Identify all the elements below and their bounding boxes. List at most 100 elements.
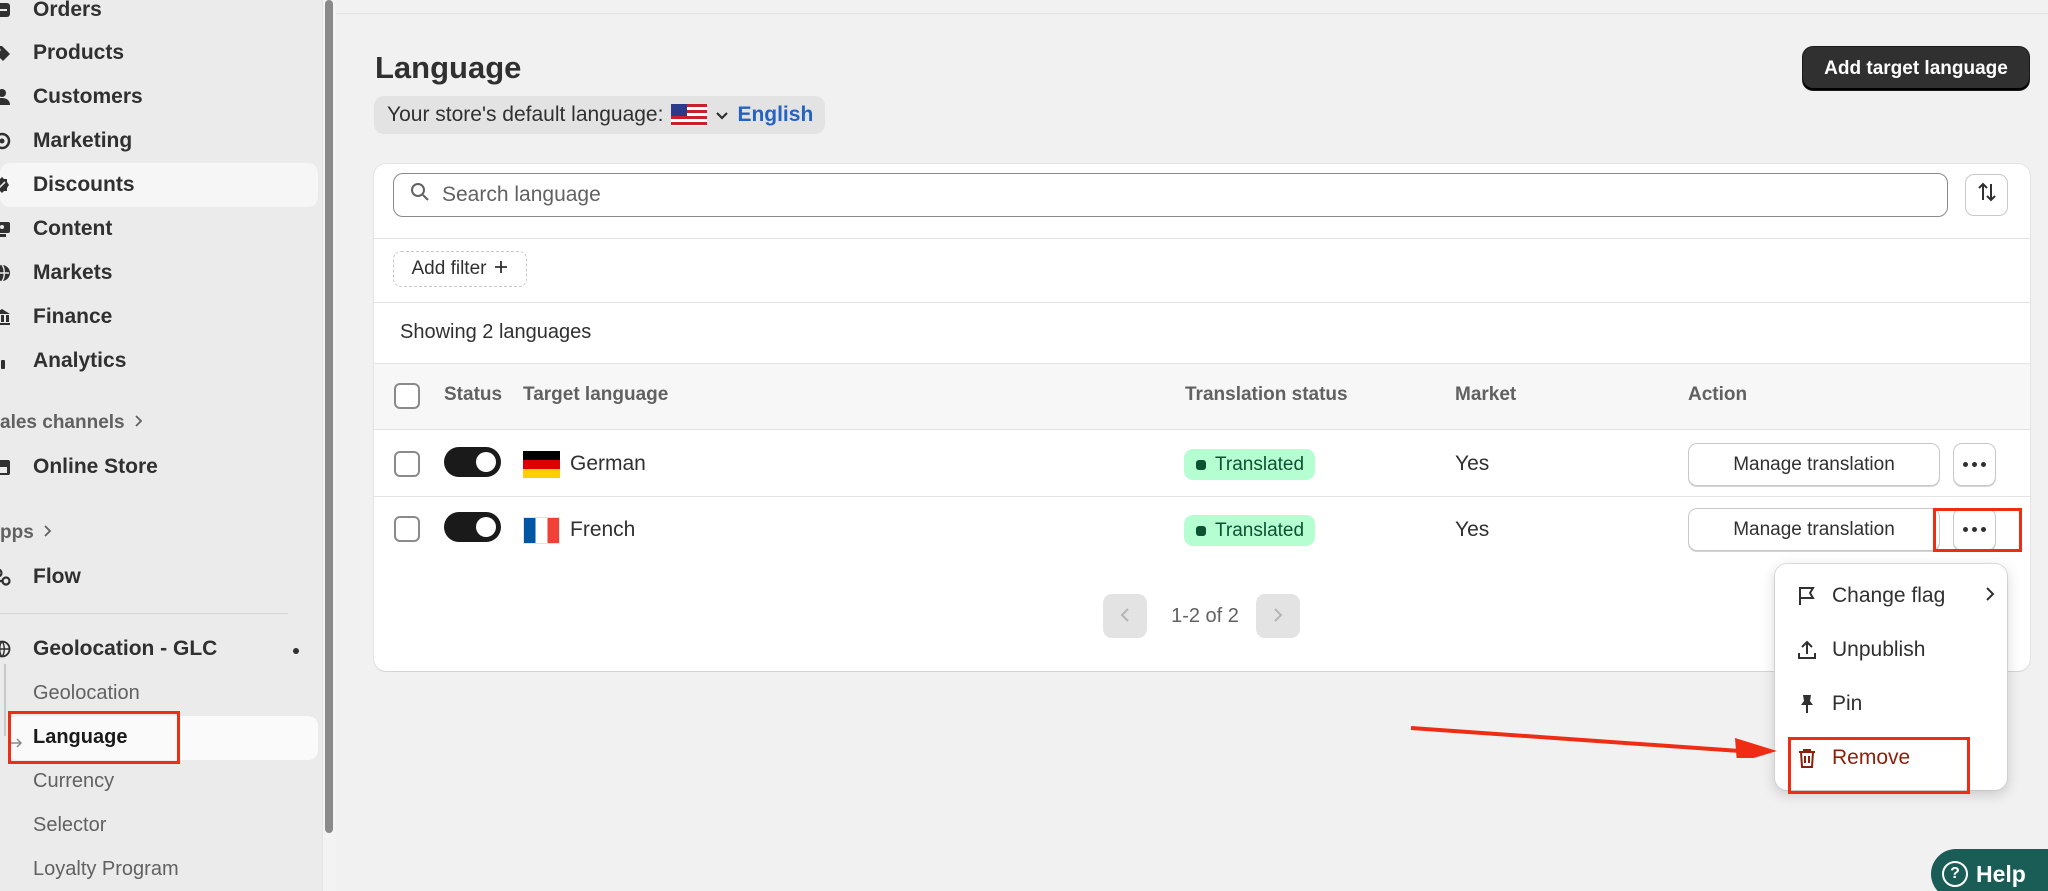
help-label: Help — [1976, 860, 2026, 887]
results-count: Showing 2 languages — [400, 321, 592, 343]
menu-item-label: Change flag — [1832, 584, 1946, 607]
more-actions-button-german[interactable] — [1953, 443, 1996, 486]
sidebar-subitem-loyalty-program[interactable]: Loyalty Program — [33, 858, 179, 881]
sidebar-item-label: Analytics — [33, 349, 127, 372]
sidebar-item-finance[interactable]: Finance — [0, 295, 318, 339]
pagination-prev-button[interactable] — [1103, 594, 1147, 638]
annotation-box-remove — [1788, 737, 1970, 794]
sidebar-item-label: Finance — [33, 305, 113, 328]
sidebar-item-label: Flow — [33, 565, 81, 588]
market-value-french: Yes — [1455, 518, 1490, 541]
search-divider — [374, 238, 2030, 239]
sidebar-subitem-selector[interactable]: Selector — [33, 814, 106, 837]
us-flag-icon — [671, 104, 708, 126]
more-horizontal-icon — [1963, 462, 1986, 467]
sidebar-item-label: Geolocation - GLC — [33, 637, 218, 660]
column-header-action: Action — [1688, 384, 1748, 405]
pagination-label: 1-2 of 2 — [1171, 605, 1239, 627]
column-header-status: Status — [444, 384, 503, 405]
sidebar-item-content[interactable]: Content — [0, 207, 318, 251]
bank-icon — [0, 305, 14, 329]
sidebar-item-marketing[interactable]: Marketing — [0, 119, 318, 163]
sidebar-item-discounts[interactable]: Discounts — [0, 163, 318, 207]
sales-channels-label[interactable]: ales channels — [0, 412, 143, 434]
sort-button[interactable] — [1965, 174, 2008, 216]
default-language-prefix: Your store's default language: — [387, 103, 664, 126]
sidebar-item-label: Customers — [33, 85, 143, 108]
column-header-target-language: Target language — [523, 384, 669, 405]
default-language-link[interactable]: English — [737, 103, 813, 127]
manage-translation-button-french[interactable]: Manage translation — [1688, 508, 1940, 551]
status-toggle-german[interactable] — [444, 447, 501, 477]
language-name-german: German — [570, 452, 646, 475]
sales-channels-text: ales channels — [0, 412, 125, 433]
apps-label[interactable]: pps — [0, 522, 52, 544]
target-icon — [0, 129, 14, 153]
content-icon — [0, 217, 14, 241]
sidebar-scrollbar-thumb[interactable] — [325, 0, 333, 833]
menu-item-unpublish[interactable]: Unpublish — [1795, 638, 1995, 662]
row-checkbox-german[interactable] — [394, 451, 420, 477]
sidebar-item-label: Markets — [33, 261, 113, 284]
plus-icon — [494, 258, 508, 280]
sidebar-item-orders[interactable]: Orders — [0, 0, 318, 32]
annotation-box-language — [8, 711, 180, 764]
sidebar-subitem-geolocation[interactable]: Geolocation — [33, 682, 140, 705]
default-language-pill[interactable]: Your store's default language: English — [374, 96, 826, 134]
app-pin-dot — [293, 648, 299, 654]
chevron-right-icon — [1985, 584, 1995, 608]
add-target-language-button[interactable]: Add target language — [1803, 47, 2029, 90]
sidebar-item-geolocation-app[interactable]: Geolocation - GLC — [0, 627, 318, 671]
sidebar-subitem-currency[interactable]: Currency — [33, 770, 114, 793]
status-badge-label: Translated — [1215, 519, 1305, 541]
sidebar-item-online-store[interactable]: Online Store — [0, 445, 318, 489]
search-icon — [410, 182, 430, 208]
person-icon — [0, 85, 14, 109]
pagination-next-button[interactable] — [1256, 594, 1300, 638]
help-button[interactable]: ? Help — [1931, 849, 2048, 891]
globe-icon — [0, 261, 14, 285]
annotation-arrow-icon — [1410, 726, 1777, 758]
status-badge: Translated — [1184, 449, 1316, 480]
filter-divider — [374, 302, 2030, 303]
sidebar-divider — [0, 613, 288, 614]
flow-icon — [0, 565, 14, 589]
apps-text: pps — [0, 522, 34, 543]
tree-line — [4, 664, 6, 736]
sidebar-item-label: Marketing — [33, 129, 133, 152]
chevron-down-icon — [715, 103, 729, 127]
menu-item-pin[interactable]: Pin — [1795, 692, 1995, 716]
sidebar-item-customers[interactable]: Customers — [0, 75, 318, 119]
search-input[interactable]: Search language — [393, 173, 1948, 217]
chevron-right-icon — [1273, 603, 1283, 629]
top-divider — [336, 13, 2048, 14]
manage-translation-button-german[interactable]: Manage translation — [1688, 443, 1940, 486]
menu-item-change-flag[interactable]: Change flag — [1795, 584, 1995, 608]
sidebar-item-markets[interactable]: Markets — [0, 251, 318, 295]
bar-chart-icon — [0, 349, 14, 373]
page-title: Language — [375, 50, 522, 85]
sort-arrows-icon — [1976, 181, 1998, 209]
column-header-translation-status: Translation status — [1185, 384, 1348, 405]
language-name-french: French — [570, 518, 636, 541]
sidebar-item-flow[interactable]: Flow — [0, 555, 318, 599]
france-flag-icon — [523, 517, 560, 544]
add-filter-label: Add filter — [411, 258, 487, 279]
select-all-checkbox[interactable] — [394, 383, 420, 409]
menu-item-label: Unpublish — [1832, 638, 1926, 661]
menu-item-label: Pin — [1832, 692, 1863, 715]
pin-icon — [1795, 692, 1819, 716]
sidebar-item-label: Orders — [33, 0, 102, 21]
add-filter-button[interactable]: Add filter — [393, 251, 527, 287]
status-toggle-french[interactable] — [444, 512, 501, 542]
sidebar-item-products[interactable]: Products — [0, 31, 318, 75]
discount-icon — [0, 173, 14, 197]
upload-icon — [1795, 638, 1819, 662]
row-checkbox-french[interactable] — [394, 516, 420, 542]
sidebar-item-label: Content — [33, 217, 113, 240]
sidebar-item-analytics[interactable]: Analytics — [0, 339, 318, 383]
status-badge-label: Translated — [1215, 453, 1305, 475]
germany-flag-icon — [523, 451, 560, 478]
status-dot-icon — [1196, 459, 1206, 470]
column-header-market: Market — [1455, 384, 1517, 405]
